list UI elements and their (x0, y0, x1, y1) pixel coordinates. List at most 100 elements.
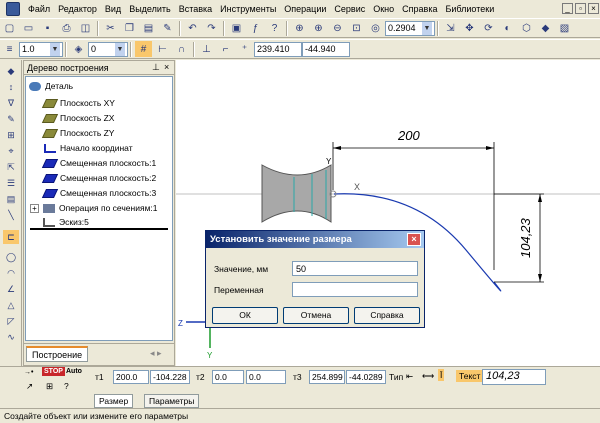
tab-params[interactable]: Параметры (144, 394, 200, 408)
zoom-out-icon[interactable]: ⊖ (329, 20, 346, 36)
spline-icon[interactable]: ∿ (3, 330, 19, 344)
snap-grid-icon[interactable]: # (135, 41, 152, 57)
tree-item[interactable]: Плоскость ZX (41, 111, 114, 125)
tree-root[interactable]: Деталь (29, 79, 73, 93)
tree-item[interactable]: Плоскость XY (41, 96, 115, 110)
dim-horizontal-text[interactable]: 200 (397, 128, 420, 143)
perspective-icon[interactable]: ▧ (556, 20, 573, 36)
step-icon[interactable]: ⌐ (217, 41, 234, 57)
undo-icon[interactable]: ↶ (184, 20, 201, 36)
geometry-icon[interactable]: ◆ (3, 64, 19, 78)
select-icon[interactable]: ⇱ (3, 160, 19, 174)
ok-button[interactable]: ОК (212, 307, 278, 324)
t3-x-field[interactable]: 254.899 (309, 370, 345, 384)
spec-icon[interactable]: ☰ (3, 176, 19, 190)
orientation-icon[interactable]: ⇲ (442, 20, 459, 36)
cancel-button[interactable]: Отмена (283, 307, 349, 324)
menu-editor[interactable]: Редактор (54, 4, 101, 14)
menu-libraries[interactable]: Библиотеки (441, 4, 498, 14)
cube-icon[interactable]: ◆ (537, 20, 554, 36)
edit-icon[interactable]: ✎ (3, 112, 19, 126)
auto-button[interactable]: Auto (66, 368, 82, 375)
zoom-box-icon[interactable]: ⊕ (291, 20, 308, 36)
t2-x-field[interactable]: 0.0 (212, 370, 244, 384)
menu-tools[interactable]: Инструменты (216, 4, 280, 14)
help-icon[interactable]: ? (64, 381, 69, 391)
pan-icon[interactable]: ✥ (461, 20, 478, 36)
grid-icon[interactable]: ⊞ (46, 381, 53, 392)
measure-icon[interactable]: ⌖ (3, 144, 19, 158)
manager-icon[interactable]: ▣ (228, 20, 245, 36)
tab-size[interactable]: Размер (94, 394, 134, 408)
tree-item[interactable]: Смещенная плоскость:2 (41, 171, 156, 185)
zoom-scale-icon[interactable]: ◎ (367, 20, 384, 36)
help-icon[interactable]: ? (266, 20, 283, 36)
tree-item-selected[interactable]: Эскиз:5 (30, 216, 168, 230)
menu-operations[interactable]: Операции (280, 4, 330, 14)
paste-icon[interactable]: ▤ (140, 20, 157, 36)
t1-y-field[interactable]: -104.228 (150, 370, 190, 384)
dimensions-icon[interactable]: ↕ (3, 80, 19, 94)
new-doc-icon[interactable]: ▢ (1, 20, 18, 36)
menu-help[interactable]: Справка (398, 4, 441, 14)
close-icon[interactable]: × (407, 233, 421, 246)
function-icon[interactable]: ƒ (247, 20, 264, 36)
coord-y-field[interactable]: -44.940 (302, 41, 350, 57)
wireframe-icon[interactable]: ⬡ (518, 20, 535, 36)
dimension-active-icon[interactable]: ⊏ (3, 230, 19, 244)
help-button[interactable]: Справка (354, 307, 420, 324)
dim-vertical-text[interactable]: 104,23 (518, 217, 533, 258)
zoom-fit-icon[interactable]: ⊡ (348, 20, 365, 36)
type-icon[interactable]: ⇤ (406, 371, 413, 382)
pin-icon[interactable]: ⊥ (152, 62, 160, 73)
angle-icon[interactable]: ∠ (3, 282, 19, 296)
menu-insert[interactable]: Вставка (175, 4, 216, 14)
tab-scroll-icon[interactable]: ◂ ▸ (150, 348, 162, 359)
menu-service[interactable]: Сервис (330, 4, 369, 14)
param-icon[interactable]: ⊞ (3, 128, 19, 142)
tree-item[interactable]: Начало координат (44, 141, 133, 155)
expand-icon[interactable]: + (30, 203, 39, 213)
tree-item[interactable]: + Операция по сечениям:1 (30, 201, 158, 215)
layers-icon[interactable]: ◈ (70, 41, 87, 57)
menu-file[interactable]: Файл (24, 4, 54, 14)
coord-x-field[interactable]: 239.410 (254, 41, 302, 57)
preview-icon[interactable]: ◫ (77, 20, 94, 36)
rotate-icon[interactable]: ⟳ (480, 20, 497, 36)
minimize-button[interactable]: _ (562, 3, 573, 14)
close-icon[interactable]: × (164, 62, 169, 72)
menu-select[interactable]: Выделить (125, 4, 175, 14)
tree-item[interactable]: Смещенная плоскость:1 (41, 156, 156, 170)
value-input[interactable] (292, 261, 418, 276)
arc-icon[interactable]: ◠ (3, 266, 19, 280)
vertical-dim-icon[interactable]: Ī (438, 369, 445, 381)
text-label[interactable]: Текст (456, 370, 484, 382)
save-icon[interactable]: ▪ (39, 20, 56, 36)
t3-y-field[interactable]: -44.0289 (346, 370, 386, 384)
t2-y-field[interactable]: 0.0 (246, 370, 286, 384)
menu-view[interactable]: Вид (101, 4, 125, 14)
polygon-icon[interactable]: ◸ (3, 314, 19, 328)
print-icon[interactable]: ⎙ (58, 20, 75, 36)
tree-item[interactable]: Плоскость ZY (41, 126, 114, 140)
line-scale-combo[interactable]: 1.0 ▼ (19, 41, 63, 57)
local-cs-icon[interactable]: ⊥ (198, 41, 215, 57)
redo-icon[interactable]: ↷ (203, 20, 220, 36)
circle-icon[interactable]: ◯ (3, 250, 19, 264)
menu-window[interactable]: Окно (369, 4, 398, 14)
variable-input[interactable] (292, 282, 418, 297)
magnet-icon[interactable]: ∩ (173, 41, 190, 57)
report-icon[interactable]: ▤ (3, 192, 19, 206)
layer-combo[interactable]: 0 ▼ (88, 41, 128, 57)
draw-icon[interactable]: ↗ (26, 381, 33, 392)
shade-icon[interactable]: ◐ (499, 20, 516, 36)
tab-build[interactable]: Построение (26, 346, 89, 362)
ortho-icon[interactable]: ⊢ (154, 41, 171, 57)
open-icon[interactable]: ▭ (20, 20, 37, 36)
text-value-field[interactable]: 104,23 (482, 369, 546, 385)
cut-icon[interactable]: ✂ (102, 20, 119, 36)
restore-button[interactable]: ▫ (575, 3, 586, 14)
lines-icon[interactable]: ╲ (3, 208, 19, 222)
zoom-in-icon[interactable]: ⊕ (310, 20, 327, 36)
symbols-icon[interactable]: ∇ (3, 96, 19, 110)
